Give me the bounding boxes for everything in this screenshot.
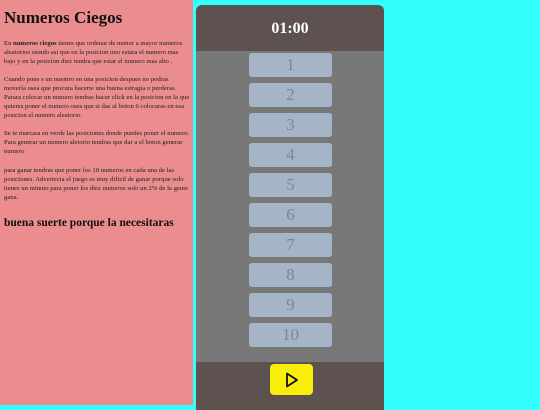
position-slot-1[interactable]: 1: [249, 53, 332, 77]
position-slot-5[interactable]: 5: [249, 173, 332, 197]
position-slot-2[interactable]: 2: [249, 83, 332, 107]
timer-display: 01:00: [271, 20, 309, 37]
game-title: Numeros Ciegos: [4, 8, 123, 27]
controls-bar: [196, 362, 384, 410]
instructions-paragraph-3: Se te marcara en verde las posiciones do…: [4, 130, 190, 156]
instructions-paragraph-4: para ganar tendras que poner los 10 nume…: [4, 166, 189, 201]
play-icon: [285, 372, 298, 387]
position-slot-8[interactable]: 8: [249, 263, 332, 287]
intro-prefix: En: [4, 40, 14, 47]
instructions-paragraph-1: En numeros ciegos tienes que ordenar de …: [4, 39, 191, 66]
instructions-paragraph-2: Cuando pone s un nuemro en una posicion …: [4, 76, 190, 120]
game-board: 01:00 1 2 3 4 5 6 7 8 9 10: [196, 5, 384, 410]
position-slot-9[interactable]: 9: [249, 293, 332, 317]
timer-bar: 01:00: [196, 5, 384, 51]
generate-number-button[interactable]: [270, 364, 313, 395]
position-slot-3[interactable]: 3: [249, 113, 332, 137]
instructions-panel: Numeros Ciegos En numeros ciegos tienes …: [0, 0, 193, 405]
position-slot-4[interactable]: 4: [249, 143, 332, 167]
position-slot-6[interactable]: 6: [249, 203, 332, 227]
position-slot-10[interactable]: 10: [249, 323, 332, 347]
position-slot-7[interactable]: 7: [249, 233, 332, 257]
good-luck-message: buena suerte porque la necesitaras: [4, 216, 174, 229]
game-name-bold: numeros ciegos: [13, 40, 57, 47]
